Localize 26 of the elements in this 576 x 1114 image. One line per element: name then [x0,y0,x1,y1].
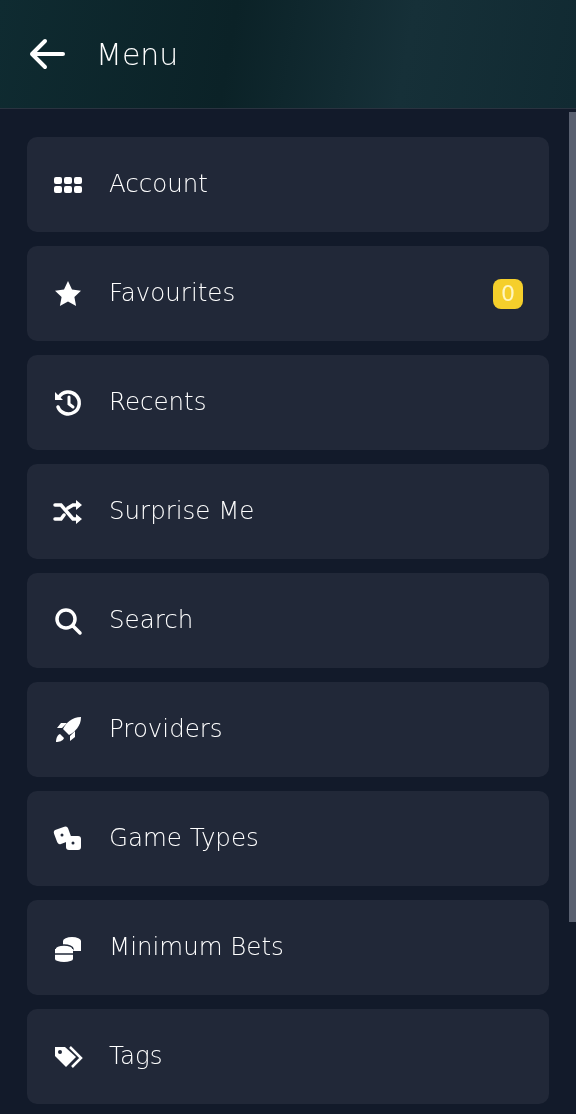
menu-item[interactable]: Favourites 0 [27,246,549,341]
menu-label: Minimum Bets [109,931,285,964]
menu-item[interactable]: Search [27,573,549,668]
rocket-icon [53,714,83,745]
menu-label: Favourites [109,277,237,310]
menu-item[interactable]: Minimum Bets [27,900,549,995]
menu-item[interactable]: Surprise Me [27,464,549,559]
menu-item[interactable]: Tags [27,1009,549,1104]
menu-label: Game Types [109,822,260,855]
menu-item[interactable]: Recents [27,355,549,450]
menu-label: Surprise Me [109,495,256,528]
back-arrow-icon [28,37,66,71]
menu-item[interactable]: Providers [27,682,549,777]
search-icon [53,605,83,636]
count-badge: 0 [493,278,523,309]
menu-label: Providers [109,713,224,746]
menu-item[interactable]: Game Types [27,791,549,886]
menu-label: Account [109,168,209,201]
header-title: Menu [96,35,179,74]
history-icon [53,387,83,418]
menu-label: Recents [109,386,208,419]
back-button[interactable] [28,37,66,71]
menu-item[interactable]: Account [27,137,549,232]
menu-label: Search [109,604,195,637]
menu-label: Tags [109,1040,164,1073]
scrollbar[interactable] [569,112,576,922]
